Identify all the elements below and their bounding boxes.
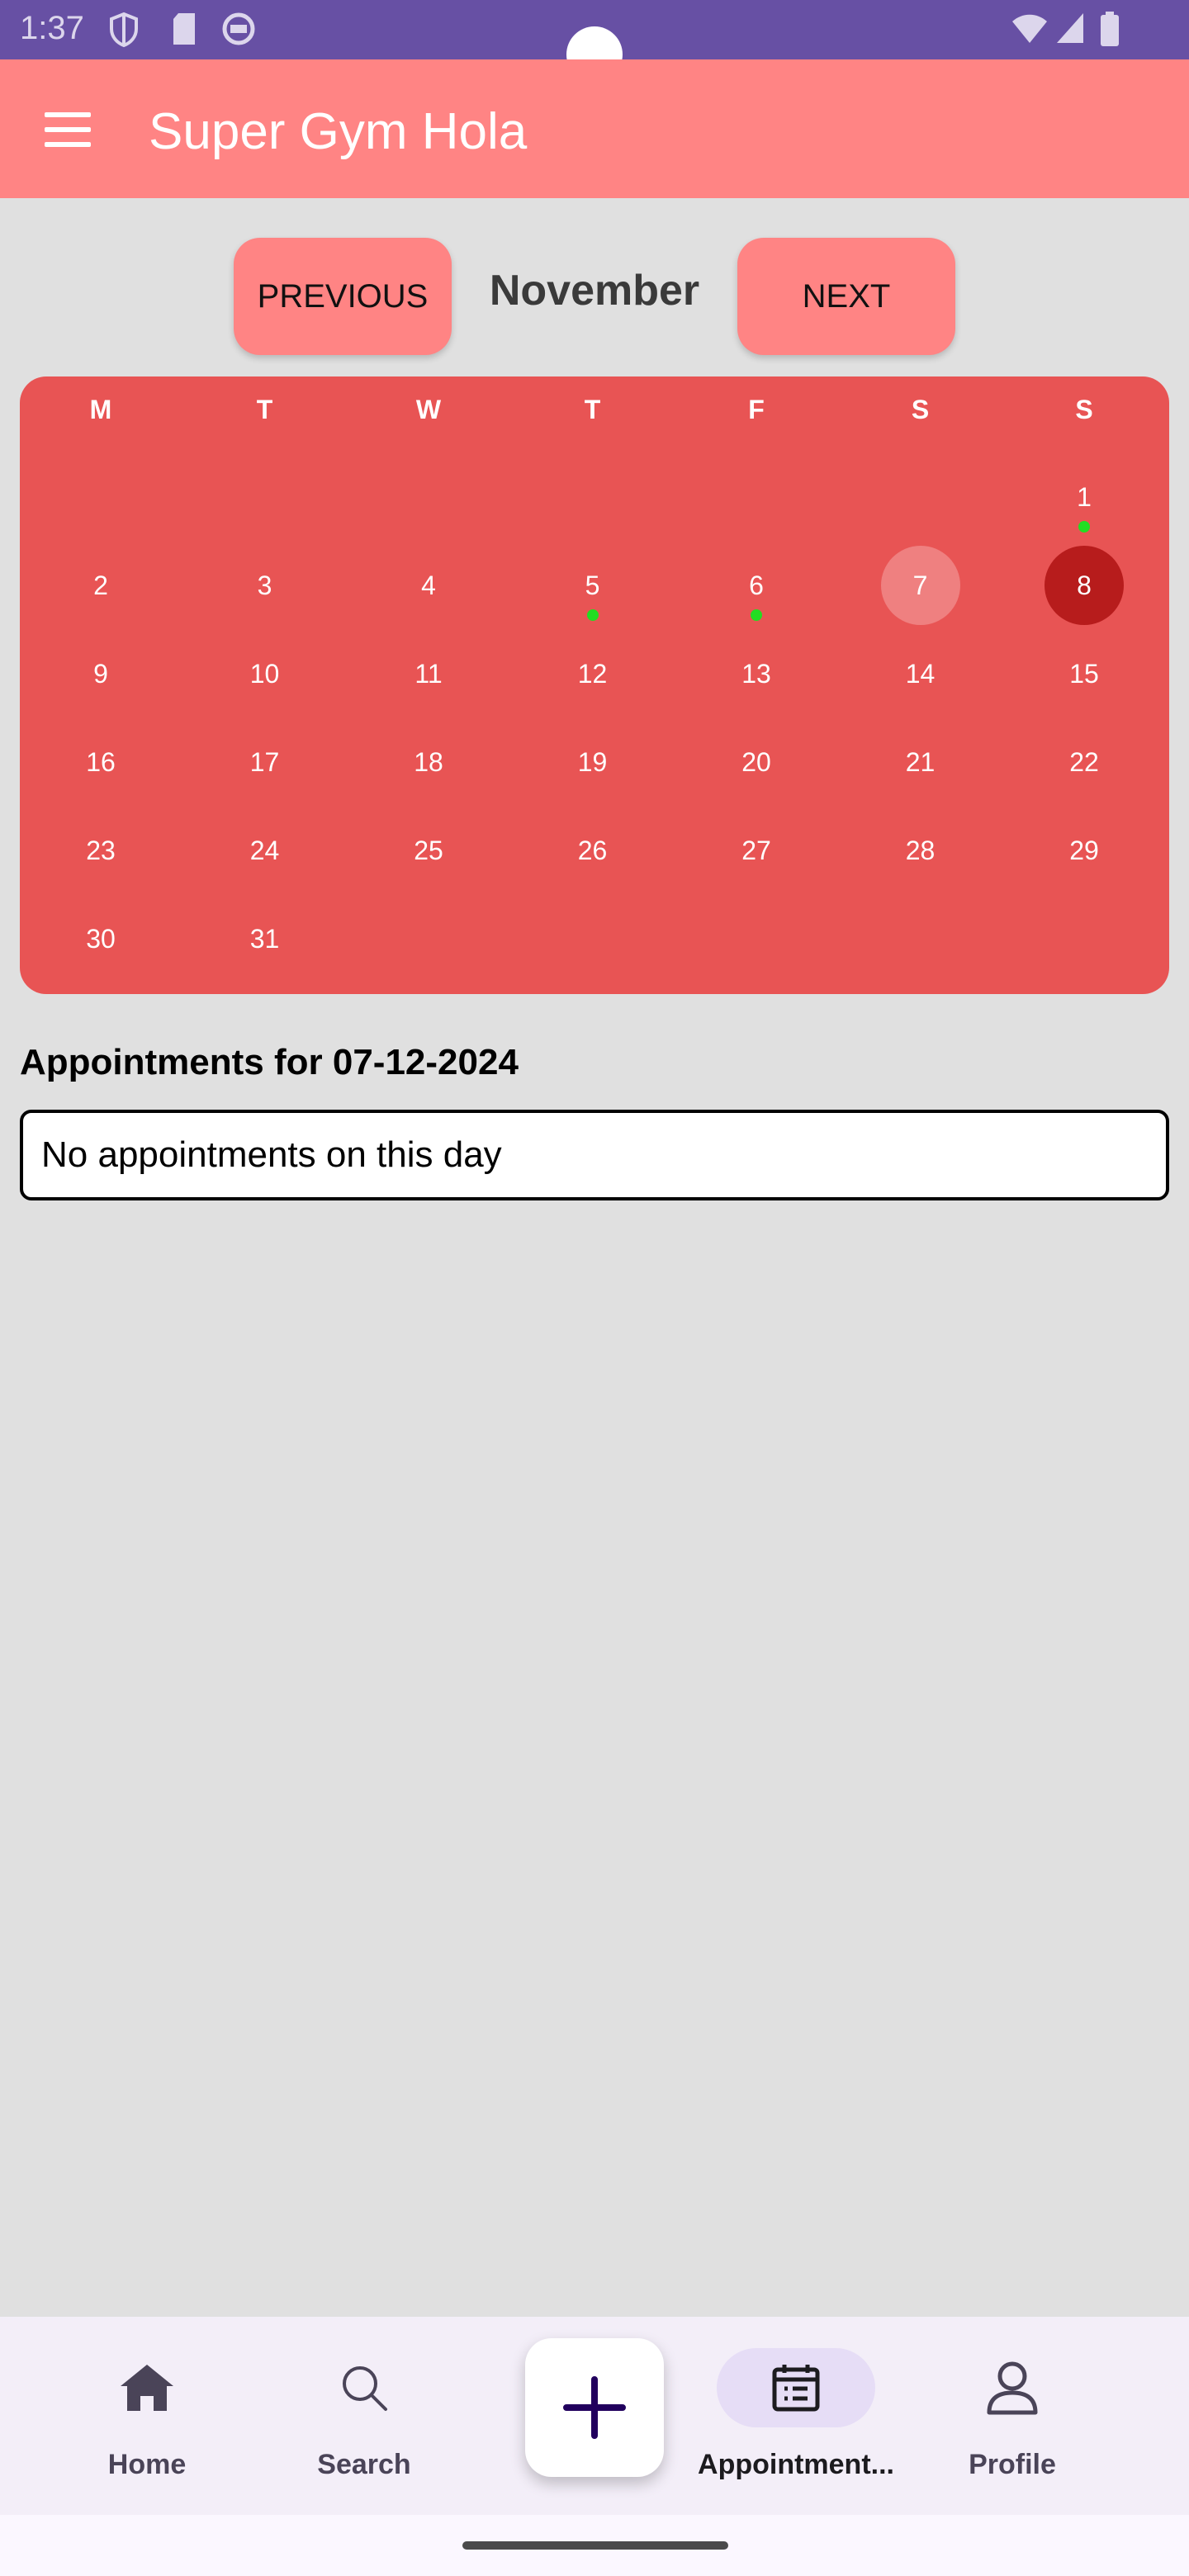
day-cell[interactable]: 18 xyxy=(389,722,468,802)
app-title: Super Gym Hola xyxy=(149,103,528,160)
shield-icon xyxy=(110,12,138,48)
status-time: 1:37 xyxy=(20,10,84,46)
day-cell[interactable]: 25 xyxy=(389,811,468,890)
calendar-grid: M T W T F S S 1 2 3 4 5 6 7 8 9 10 11 12 13 14 15 16 17 18 19 20 21… xyxy=(20,376,1169,994)
gesture-bar[interactable] xyxy=(462,2541,728,2550)
day-cell[interactable]: 13 xyxy=(717,634,796,713)
day-cell[interactable]: 11 xyxy=(389,634,468,713)
weekday-header: S xyxy=(1075,395,1093,424)
previous-month-button[interactable]: PREVIOUS xyxy=(234,238,452,355)
month-label: November xyxy=(489,267,700,315)
app-notification-icon xyxy=(222,12,255,45)
nav-label-profile: Profile xyxy=(969,2449,1056,2480)
add-appointment-button[interactable] xyxy=(525,2338,664,2477)
day-cell[interactable]: 24 xyxy=(225,811,305,890)
home-icon xyxy=(121,2365,173,2411)
day-cell[interactable]: 30 xyxy=(61,899,140,978)
nav-item-profile[interactable]: Profile xyxy=(930,2317,1095,2515)
next-month-button[interactable]: NEXT xyxy=(737,238,955,355)
day-cell[interactable]: 4 xyxy=(389,546,468,625)
day-cell[interactable]: 27 xyxy=(717,811,796,890)
app-bar: Super Gym Hola xyxy=(0,59,1189,198)
day-cell[interactable]: 19 xyxy=(553,722,632,802)
day-cell[interactable]: 28 xyxy=(881,811,960,890)
day-cell[interactable]: 2 xyxy=(61,546,140,625)
day-cell[interactable]: 14 xyxy=(881,634,960,713)
person-icon xyxy=(987,2361,1038,2415)
search-icon xyxy=(343,2366,387,2411)
wifi-icon xyxy=(1012,14,1047,43)
menu-icon[interactable] xyxy=(45,112,94,147)
plus-icon xyxy=(563,2376,626,2439)
nav-item-home[interactable]: Home xyxy=(64,2317,230,2515)
day-cell[interactable]: 10 xyxy=(225,634,305,713)
day-cell[interactable]: 3 xyxy=(225,546,305,625)
appointment-indicator-dot xyxy=(1078,521,1090,533)
app-screen: 1:37 Super Gym Hola PREVIOUS November NE… xyxy=(0,0,1189,2576)
day-cell[interactable]: 29 xyxy=(1045,811,1124,890)
day-cell[interactable]: 26 xyxy=(553,811,632,890)
today-day-cell[interactable]: 7 xyxy=(880,546,960,625)
nav-label-home: Home xyxy=(107,2449,187,2480)
day-cell[interactable]: 22 xyxy=(1045,722,1124,802)
appointment-indicator-dot xyxy=(586,609,599,621)
day-cell[interactable]: 9 xyxy=(61,634,140,713)
day-cell[interactable]: 23 xyxy=(61,811,140,890)
weekday-header: T xyxy=(584,395,601,424)
weekday-header: S xyxy=(911,395,930,424)
battery-icon xyxy=(1101,12,1119,46)
appointments-heading: Appointments for 07-12-2024 xyxy=(20,1042,519,1082)
nav-label-appointments: Appointment... xyxy=(698,2449,894,2480)
day-cell[interactable]: 12 xyxy=(553,634,632,713)
calendar-list-icon xyxy=(772,2365,820,2412)
selected-day-cell[interactable]: 8 xyxy=(1045,546,1124,625)
signal-icon xyxy=(1057,13,1083,43)
day-cell[interactable]: 20 xyxy=(717,722,796,802)
day-cell[interactable]: 17 xyxy=(225,722,305,802)
day-cell[interactable]: 31 xyxy=(225,899,305,978)
appointment-indicator-dot xyxy=(751,609,762,621)
sd-card-icon xyxy=(173,13,195,45)
weekday-header: T xyxy=(256,395,273,424)
nav-item-appointments[interactable]: Appointment... xyxy=(698,2317,894,2515)
weekday-header: M xyxy=(89,395,112,424)
nav-label-search: Search xyxy=(317,2449,411,2480)
weekday-header: F xyxy=(748,395,765,424)
day-cell[interactable]: 16 xyxy=(61,722,140,802)
day-cell[interactable]: 21 xyxy=(881,722,960,802)
day-cell[interactable]: 15 xyxy=(1045,634,1124,713)
empty-appointments-message: No appointments on this day xyxy=(41,1134,502,1175)
weekday-header: W xyxy=(415,395,442,424)
nav-item-search[interactable]: Search xyxy=(282,2317,447,2515)
appointments-list: No appointments on this day xyxy=(20,1110,1169,1200)
